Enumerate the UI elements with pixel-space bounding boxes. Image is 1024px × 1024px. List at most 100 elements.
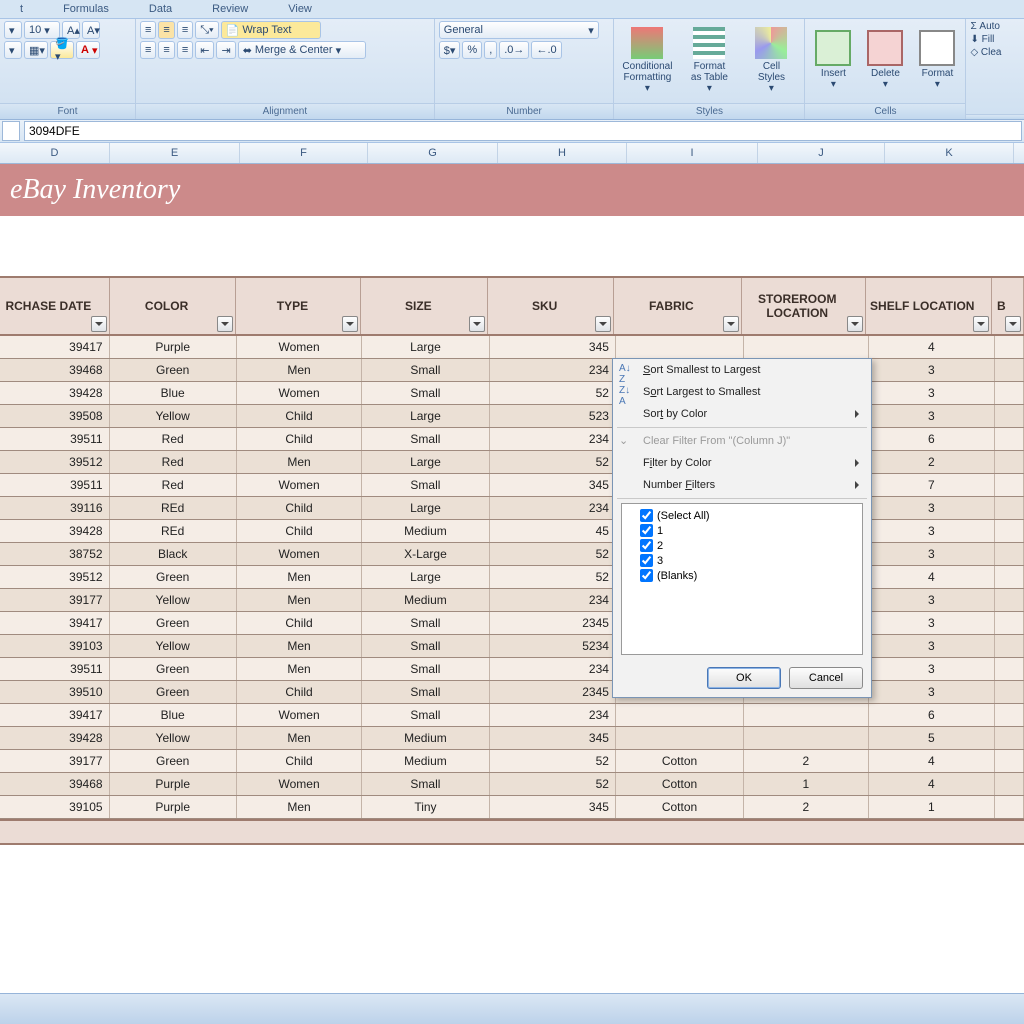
table-cell[interactable]: 3 xyxy=(869,382,995,404)
table-cell[interactable]: 523 xyxy=(490,405,616,427)
table-cell[interactable]: 234 xyxy=(490,359,616,381)
filter-dropdown-icon[interactable] xyxy=(91,316,107,332)
table-cell[interactable]: Red xyxy=(110,451,237,473)
table-cell[interactable]: Women xyxy=(237,336,362,358)
table-cell[interactable] xyxy=(995,681,1024,703)
fill-button[interactable]: ⬇ Fill xyxy=(970,34,994,45)
align-top-button[interactable]: ≡ xyxy=(140,21,156,39)
table-cell[interactable]: Large xyxy=(362,405,489,427)
table-cell[interactable]: Men xyxy=(237,451,362,473)
table-cell[interactable]: Tiny xyxy=(362,796,489,818)
delete-button[interactable]: Delete▾ xyxy=(861,21,909,99)
dec-decimal-button[interactable]: ←.0 xyxy=(531,41,561,59)
filter-checkbox[interactable] xyxy=(640,524,653,537)
table-cell[interactable]: 52 xyxy=(490,773,616,795)
table-cell[interactable]: Women xyxy=(237,773,362,795)
table-cell[interactable] xyxy=(995,405,1024,427)
menu-item[interactable]: t xyxy=(20,3,23,15)
table-cell[interactable] xyxy=(616,704,744,726)
filter-checkbox-item[interactable]: 2 xyxy=(626,538,858,553)
table-cell[interactable]: Blue xyxy=(110,704,237,726)
table-cell[interactable]: X-Large xyxy=(362,543,489,565)
table-cell[interactable] xyxy=(616,727,744,749)
column-header[interactable]: F xyxy=(240,143,368,163)
table-cell[interactable]: 39511 xyxy=(0,428,110,450)
table-cell[interactable]: Yellow xyxy=(110,635,237,657)
table-cell[interactable]: 4 xyxy=(869,336,995,358)
table-cell[interactable]: Child xyxy=(237,520,362,542)
filter-dropdown-icon[interactable] xyxy=(1005,316,1021,332)
table-cell[interactable]: 3 xyxy=(869,405,995,427)
filter-values-list[interactable]: (Select All)123(Blanks) xyxy=(621,503,863,655)
table-cell[interactable]: 234 xyxy=(490,658,616,680)
table-cell[interactable] xyxy=(995,635,1024,657)
table-cell[interactable]: 39510 xyxy=(0,681,110,703)
table-cell[interactable] xyxy=(995,520,1024,542)
table-cell[interactable]: Child xyxy=(237,681,362,703)
table-cell[interactable]: 39512 xyxy=(0,566,110,588)
cancel-button[interactable]: Cancel xyxy=(789,667,863,689)
table-cell[interactable]: Cotton xyxy=(616,750,744,772)
table-cell[interactable]: Large xyxy=(362,336,489,358)
table-row[interactable]: 39428YellowMenMedium3455 xyxy=(0,727,1024,750)
currency-button[interactable]: $▾ xyxy=(439,41,461,59)
filter-checkbox-item[interactable]: 3 xyxy=(626,553,858,568)
namebox-edge[interactable] xyxy=(2,121,20,141)
table-header-cell[interactable]: B xyxy=(992,278,1024,334)
table-header-cell[interactable]: SHELF LOCATION xyxy=(866,278,992,334)
table-cell[interactable] xyxy=(995,336,1024,358)
table-cell[interactable]: 2345 xyxy=(490,612,616,634)
table-cell[interactable]: 234 xyxy=(490,497,616,519)
table-header-cell[interactable]: SIZE xyxy=(361,278,488,334)
table-cell[interactable]: 39512 xyxy=(0,451,110,473)
filter-checkbox[interactable] xyxy=(640,539,653,552)
table-cell[interactable]: 39417 xyxy=(0,336,110,358)
column-header[interactable]: H xyxy=(498,143,627,163)
table-cell[interactable]: Men xyxy=(237,727,362,749)
table-cell[interactable]: Women xyxy=(237,543,362,565)
table-cell[interactable]: 2 xyxy=(744,750,869,772)
filter-dropdown-icon[interactable] xyxy=(469,316,485,332)
table-cell[interactable]: Red xyxy=(110,474,237,496)
table-cell[interactable]: Small xyxy=(362,681,489,703)
table-cell[interactable]: Women xyxy=(237,382,362,404)
table-cell[interactable]: 234 xyxy=(490,589,616,611)
ok-button[interactable]: OK xyxy=(707,667,781,689)
table-cell[interactable]: 39468 xyxy=(0,359,110,381)
table-cell[interactable]: 1 xyxy=(744,773,869,795)
table-cell[interactable]: Green xyxy=(110,750,237,772)
table-cell[interactable]: 3 xyxy=(869,681,995,703)
clear-button[interactable]: ◇ Clea xyxy=(970,47,1001,58)
table-cell[interactable]: 39468 xyxy=(0,773,110,795)
align-left-button[interactable]: ≡ xyxy=(140,41,156,59)
table-cell[interactable]: 39105 xyxy=(0,796,110,818)
table-cell[interactable]: Small xyxy=(362,658,489,680)
menu-item[interactable]: Formulas xyxy=(63,3,109,15)
percent-button[interactable]: % xyxy=(462,41,482,59)
table-cell[interactable] xyxy=(995,796,1024,818)
table-cell[interactable]: Child xyxy=(237,405,362,427)
table-cell[interactable]: 345 xyxy=(490,336,616,358)
table-header-cell[interactable]: COLOR xyxy=(110,278,237,334)
table-cell[interactable]: Child xyxy=(237,750,362,772)
table-cell[interactable]: Small xyxy=(362,428,489,450)
indent-dec-button[interactable]: ⇤ xyxy=(195,41,214,59)
table-cell[interactable] xyxy=(995,727,1024,749)
table-cell[interactable] xyxy=(995,543,1024,565)
table-cell[interactable]: 39417 xyxy=(0,612,110,634)
table-header-cell[interactable]: RCHASE DATE xyxy=(0,278,110,334)
table-cell[interactable]: Men xyxy=(237,359,362,381)
align-bottom-button[interactable]: ≡ xyxy=(177,21,193,39)
table-cell[interactable]: Women xyxy=(237,704,362,726)
table-cell[interactable]: 7 xyxy=(869,474,995,496)
autosum-button[interactable]: Σ Auto xyxy=(970,21,1000,32)
table-cell[interactable]: 2345 xyxy=(490,681,616,703)
font-color-button[interactable]: A▾ xyxy=(76,41,100,59)
filter-dropdown-icon[interactable] xyxy=(973,316,989,332)
table-cell[interactable]: Medium xyxy=(362,750,489,772)
table-cell[interactable]: Black xyxy=(110,543,237,565)
table-cell[interactable]: 52 xyxy=(490,566,616,588)
menu-item[interactable]: Review xyxy=(212,3,248,15)
table-cell[interactable]: 39116 xyxy=(0,497,110,519)
merge-center-button[interactable]: ⬌ Merge & Center ▾ xyxy=(238,41,366,59)
